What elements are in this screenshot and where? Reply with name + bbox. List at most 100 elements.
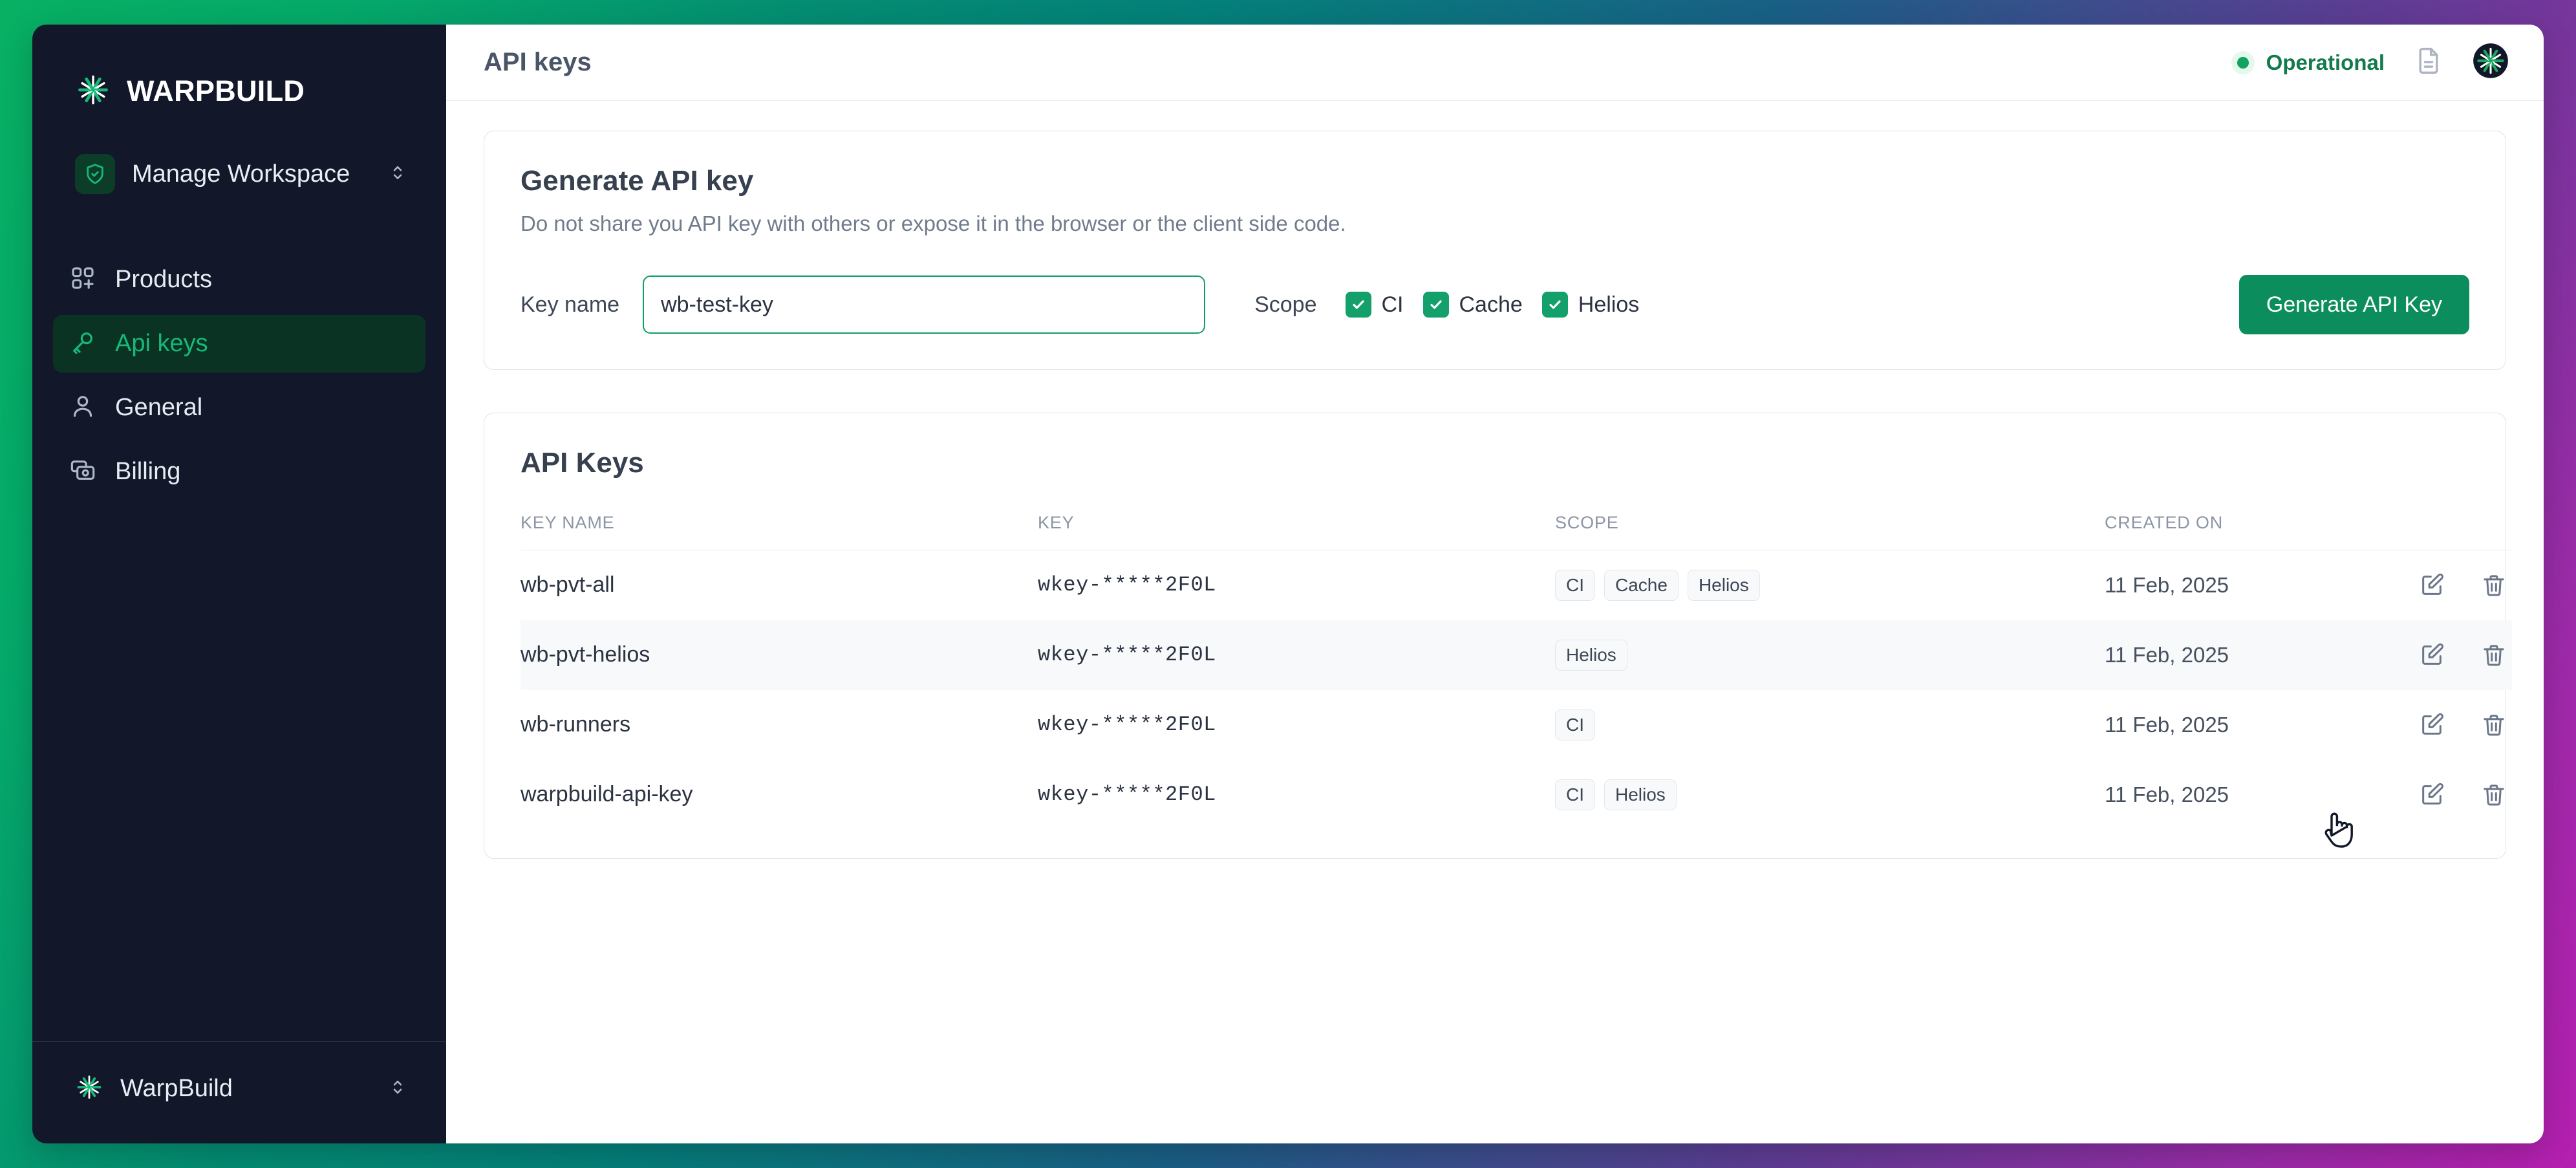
- generate-panel-title: Generate API key: [521, 165, 2469, 197]
- sidebar-item-label: Products: [115, 266, 212, 294]
- cell-key-name: wb-pvt-helios: [521, 620, 1038, 690]
- scope-checkbox-helios[interactable]: Helios: [1542, 292, 1639, 318]
- cell-scope: CI Helios: [1555, 760, 2105, 830]
- table-row[interactable]: wb-pvt-allwkey-*****2F0LCI Cache Helios 11 …: [521, 550, 2512, 620]
- brand: WARPBUILD: [32, 25, 446, 110]
- cell-created-on: 11 Feb, 2025: [2105, 760, 2383, 830]
- account-name: WarpBuild: [120, 1075, 371, 1103]
- workspace-label: Manage Workspace: [132, 160, 371, 188]
- grid-plus-icon: [70, 265, 96, 294]
- cell-scope: CI Cache Helios: [1555, 550, 2105, 620]
- sidebar: WARPBUILD Manage Workspace: [32, 25, 446, 1143]
- sidebar-item-billing[interactable]: Billing: [53, 443, 425, 501]
- cell-actions: [2383, 690, 2512, 760]
- scope-badge: CI: [1555, 570, 1595, 601]
- shield-check-icon: [75, 154, 115, 194]
- api-keys-panel: API Keys KEY NAME KEY SCOPE CREATED ON w…: [484, 413, 2506, 859]
- key-name-input[interactable]: [643, 276, 1205, 334]
- scope-checkbox-ci[interactable]: CI: [1346, 292, 1404, 318]
- workspace-selector[interactable]: Manage Workspace: [59, 146, 419, 202]
- chevron-up-down-icon: [388, 163, 407, 186]
- status-badge[interactable]: Operational: [2231, 50, 2385, 75]
- app-window: WARPBUILD Manage Workspace: [32, 25, 2544, 1143]
- cell-key-name: warpbuild-api-key: [521, 760, 1038, 830]
- edit-icon[interactable]: [2414, 567, 2450, 603]
- avatar[interactable]: [2473, 43, 2509, 82]
- scope-label: Scope: [1254, 292, 1316, 318]
- scope-checkbox-label: Helios: [1578, 292, 1639, 318]
- generate-api-key-panel: Generate API key Do not share you API ke…: [484, 131, 2506, 370]
- trash-icon[interactable]: [2476, 567, 2512, 603]
- sidebar-item-products[interactable]: Products: [53, 251, 425, 308]
- cell-key-value: wkey-*****2F0L: [1038, 550, 1555, 620]
- edit-icon[interactable]: [2414, 637, 2450, 673]
- table-header: KEY NAME KEY SCOPE CREATED ON: [521, 513, 2512, 550]
- account-selector[interactable]: WarpBuild: [59, 1064, 419, 1114]
- key-name-label: Key name: [521, 292, 619, 318]
- scope-group: Scope CI Cache: [1254, 292, 1639, 318]
- cell-key-name: wb-pvt-all: [521, 550, 1038, 620]
- sidebar-item-label: Billing: [115, 458, 180, 486]
- starburst-icon: [75, 1073, 103, 1105]
- sidebar-divider: [32, 1041, 446, 1042]
- document-icon[interactable]: [2414, 47, 2443, 78]
- page-content: Generate API key Do not share you API ke…: [446, 101, 2544, 1143]
- sidebar-item-general[interactable]: General: [53, 379, 425, 437]
- trash-icon[interactable]: [2476, 637, 2512, 673]
- api-keys-title: API Keys: [521, 447, 2469, 479]
- starburst-icon: [76, 73, 110, 110]
- table-row[interactable]: wb-pvt-helioswkey-*****2F0LHelios 11 Feb,…: [521, 620, 2512, 690]
- generate-api-key-button[interactable]: Generate API Key: [2239, 275, 2469, 334]
- scope-badge: Helios: [1555, 640, 1627, 671]
- status-label: Operational: [2266, 50, 2385, 75]
- generate-panel-subtitle: Do not share you API key with others or …: [521, 211, 2469, 236]
- cell-scope: CI: [1555, 690, 2105, 760]
- cell-key-value: wkey-*****2F0L: [1038, 620, 1555, 690]
- topbar-actions: Operational: [2231, 43, 2509, 82]
- column-header-key: KEY: [1038, 513, 1555, 550]
- table-row[interactable]: warpbuild-api-keywkey-*****2F0LCI Helios 1…: [521, 760, 2512, 830]
- brand-name: WARPBUILD: [127, 74, 305, 108]
- column-header-key-name: KEY NAME: [521, 513, 1038, 550]
- column-header-scope: SCOPE: [1555, 513, 2105, 550]
- check-icon: [1542, 292, 1568, 318]
- trash-icon[interactable]: [2476, 777, 2512, 813]
- scope-checkbox-label: Cache: [1459, 292, 1523, 318]
- column-header-actions: [2383, 513, 2512, 550]
- column-header-created-on: CREATED ON: [2105, 513, 2383, 550]
- cell-created-on: 11 Feb, 2025: [2105, 620, 2383, 690]
- cell-created-on: 11 Feb, 2025: [2105, 550, 2383, 620]
- trash-icon[interactable]: [2476, 707, 2512, 743]
- cards-icon: [70, 457, 96, 486]
- scope-badge: Cache: [1604, 570, 1679, 601]
- generate-form-row: Key name Scope CI: [521, 275, 2469, 334]
- sidebar-item-api-keys[interactable]: Api keys: [53, 315, 425, 373]
- sidebar-nav: Products Api keys: [32, 251, 446, 501]
- topbar: API keys Operational: [446, 25, 2544, 101]
- page-title: API keys: [484, 48, 592, 77]
- cell-actions: [2383, 550, 2512, 620]
- edit-icon[interactable]: [2414, 707, 2450, 743]
- sidebar-item-label: General: [115, 394, 202, 422]
- cell-created-on: 11 Feb, 2025: [2105, 690, 2383, 760]
- check-icon: [1423, 292, 1449, 318]
- key-icon: [70, 329, 96, 358]
- api-keys-table: KEY NAME KEY SCOPE CREATED ON wb-pvt-all…: [521, 513, 2512, 830]
- table-row[interactable]: wb-runnerswkey-*****2F0LCI 11 Feb, 2025: [521, 690, 2512, 760]
- edit-icon[interactable]: [2414, 777, 2450, 813]
- scope-checkbox-cache[interactable]: Cache: [1423, 292, 1523, 318]
- cell-actions: [2383, 760, 2512, 830]
- user-icon: [70, 393, 96, 422]
- scope-badge: CI: [1555, 709, 1595, 741]
- chevron-up-down-icon: [388, 1077, 407, 1100]
- scope-badge: CI: [1555, 779, 1595, 810]
- cell-key-value: wkey-*****2F0L: [1038, 760, 1555, 830]
- cell-key-name: wb-runners: [521, 690, 1038, 760]
- check-icon: [1346, 292, 1371, 318]
- scope-badge: Helios: [1604, 779, 1677, 810]
- scope-badge: Helios: [1688, 570, 1760, 601]
- table-body: wb-pvt-allwkey-*****2F0LCICacheHelios11 …: [521, 550, 2512, 830]
- sidebar-item-label: Api keys: [115, 330, 208, 358]
- cell-key-value: wkey-*****2F0L: [1038, 690, 1555, 760]
- cell-scope: Helios: [1555, 620, 2105, 690]
